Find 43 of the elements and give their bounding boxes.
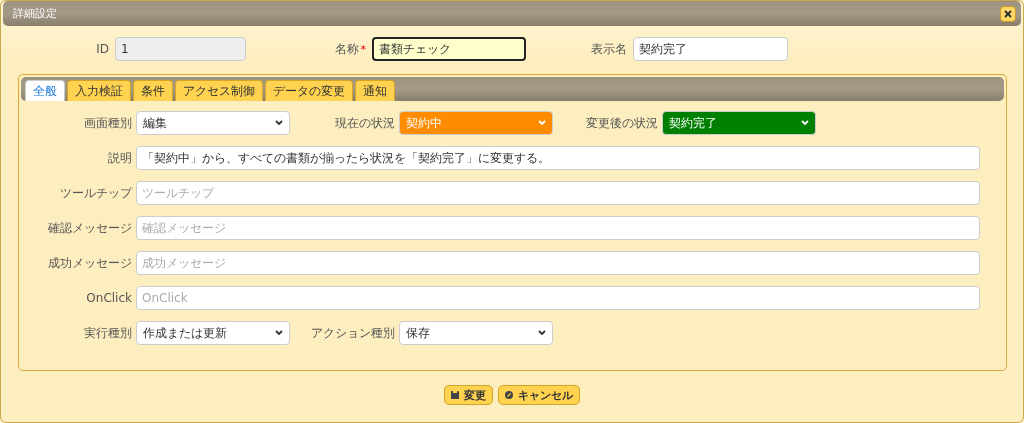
chevron-down-icon	[538, 120, 546, 126]
dropdown[interactable]: 保存	[399, 321, 553, 345]
chevron-down-icon	[275, 330, 283, 336]
field-label: 変更後の状況	[585, 114, 659, 132]
field-label: OnClick	[85, 291, 133, 305]
field-label: アクション種別	[310, 324, 396, 342]
save-button[interactable]: 変更	[444, 385, 493, 405]
field-label: 名称	[334, 40, 359, 58]
cancel-button[interactable]: キャンセル	[498, 385, 580, 405]
dialog-title: 詳細設定	[13, 6, 57, 21]
text-field[interactable]: 契約完了	[633, 37, 788, 61]
text-field[interactable]: 成功メッセージ	[136, 251, 980, 275]
dropdown[interactable]: 契約完了	[662, 111, 816, 135]
text-field[interactable]: 確認メッセージ	[136, 216, 980, 240]
tab[interactable]: アクセス制御	[175, 80, 263, 101]
dropdown[interactable]: 作成または更新	[136, 321, 290, 345]
field-label: ツールチップ	[59, 184, 134, 202]
field-label: 説明	[107, 149, 133, 167]
text-field[interactable]: OnClick	[136, 286, 980, 310]
text-field[interactable]: ツールチップ	[136, 181, 980, 205]
field-label: 確認メッセージ	[47, 219, 133, 237]
tab[interactable]: データの変更	[265, 80, 353, 101]
save-icon	[451, 391, 459, 399]
tab[interactable]: 条件	[133, 80, 173, 101]
tab[interactable]: 入力検証	[67, 80, 131, 101]
tab[interactable]: 通知	[355, 80, 395, 101]
required-mark: *	[360, 42, 366, 56]
field-label: 画面種別	[83, 114, 133, 132]
close-icon	[1004, 9, 1012, 18]
cancel-icon	[505, 391, 513, 399]
field-label: 現在の状況	[334, 114, 396, 132]
field-label: 実行種別	[83, 324, 133, 342]
chevron-down-icon	[275, 120, 283, 126]
text-field[interactable]: 「契約中」から、すべての書類が揃ったら状況を「契約完了」に変更する。	[136, 146, 980, 170]
dropdown[interactable]: 編集	[136, 111, 290, 135]
field-label: ID	[96, 42, 109, 56]
chevron-down-icon	[801, 120, 809, 126]
chevron-down-icon	[538, 330, 546, 336]
tab[interactable]: 全般	[25, 80, 65, 101]
text-field[interactable]: 書類チェック	[372, 37, 526, 61]
field-label: 成功メッセージ	[47, 254, 133, 272]
close-button[interactable]	[1000, 5, 1016, 22]
field-label: 表示名	[591, 40, 627, 58]
